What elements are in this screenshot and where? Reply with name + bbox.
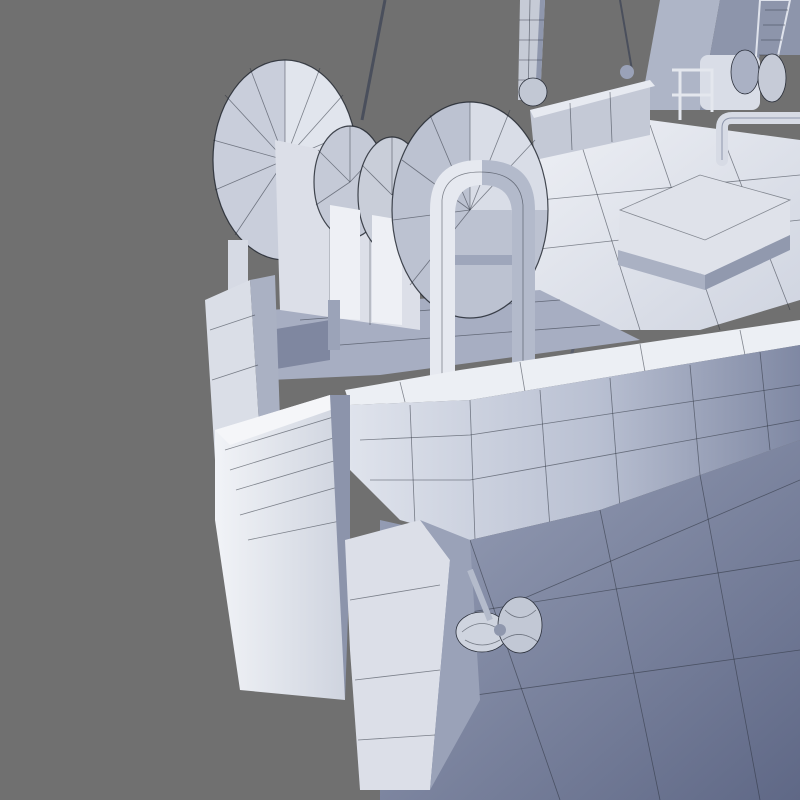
rudder — [215, 395, 350, 700]
ship-render-viewport — [0, 0, 800, 800]
ship-stern-render — [205, 0, 800, 800]
